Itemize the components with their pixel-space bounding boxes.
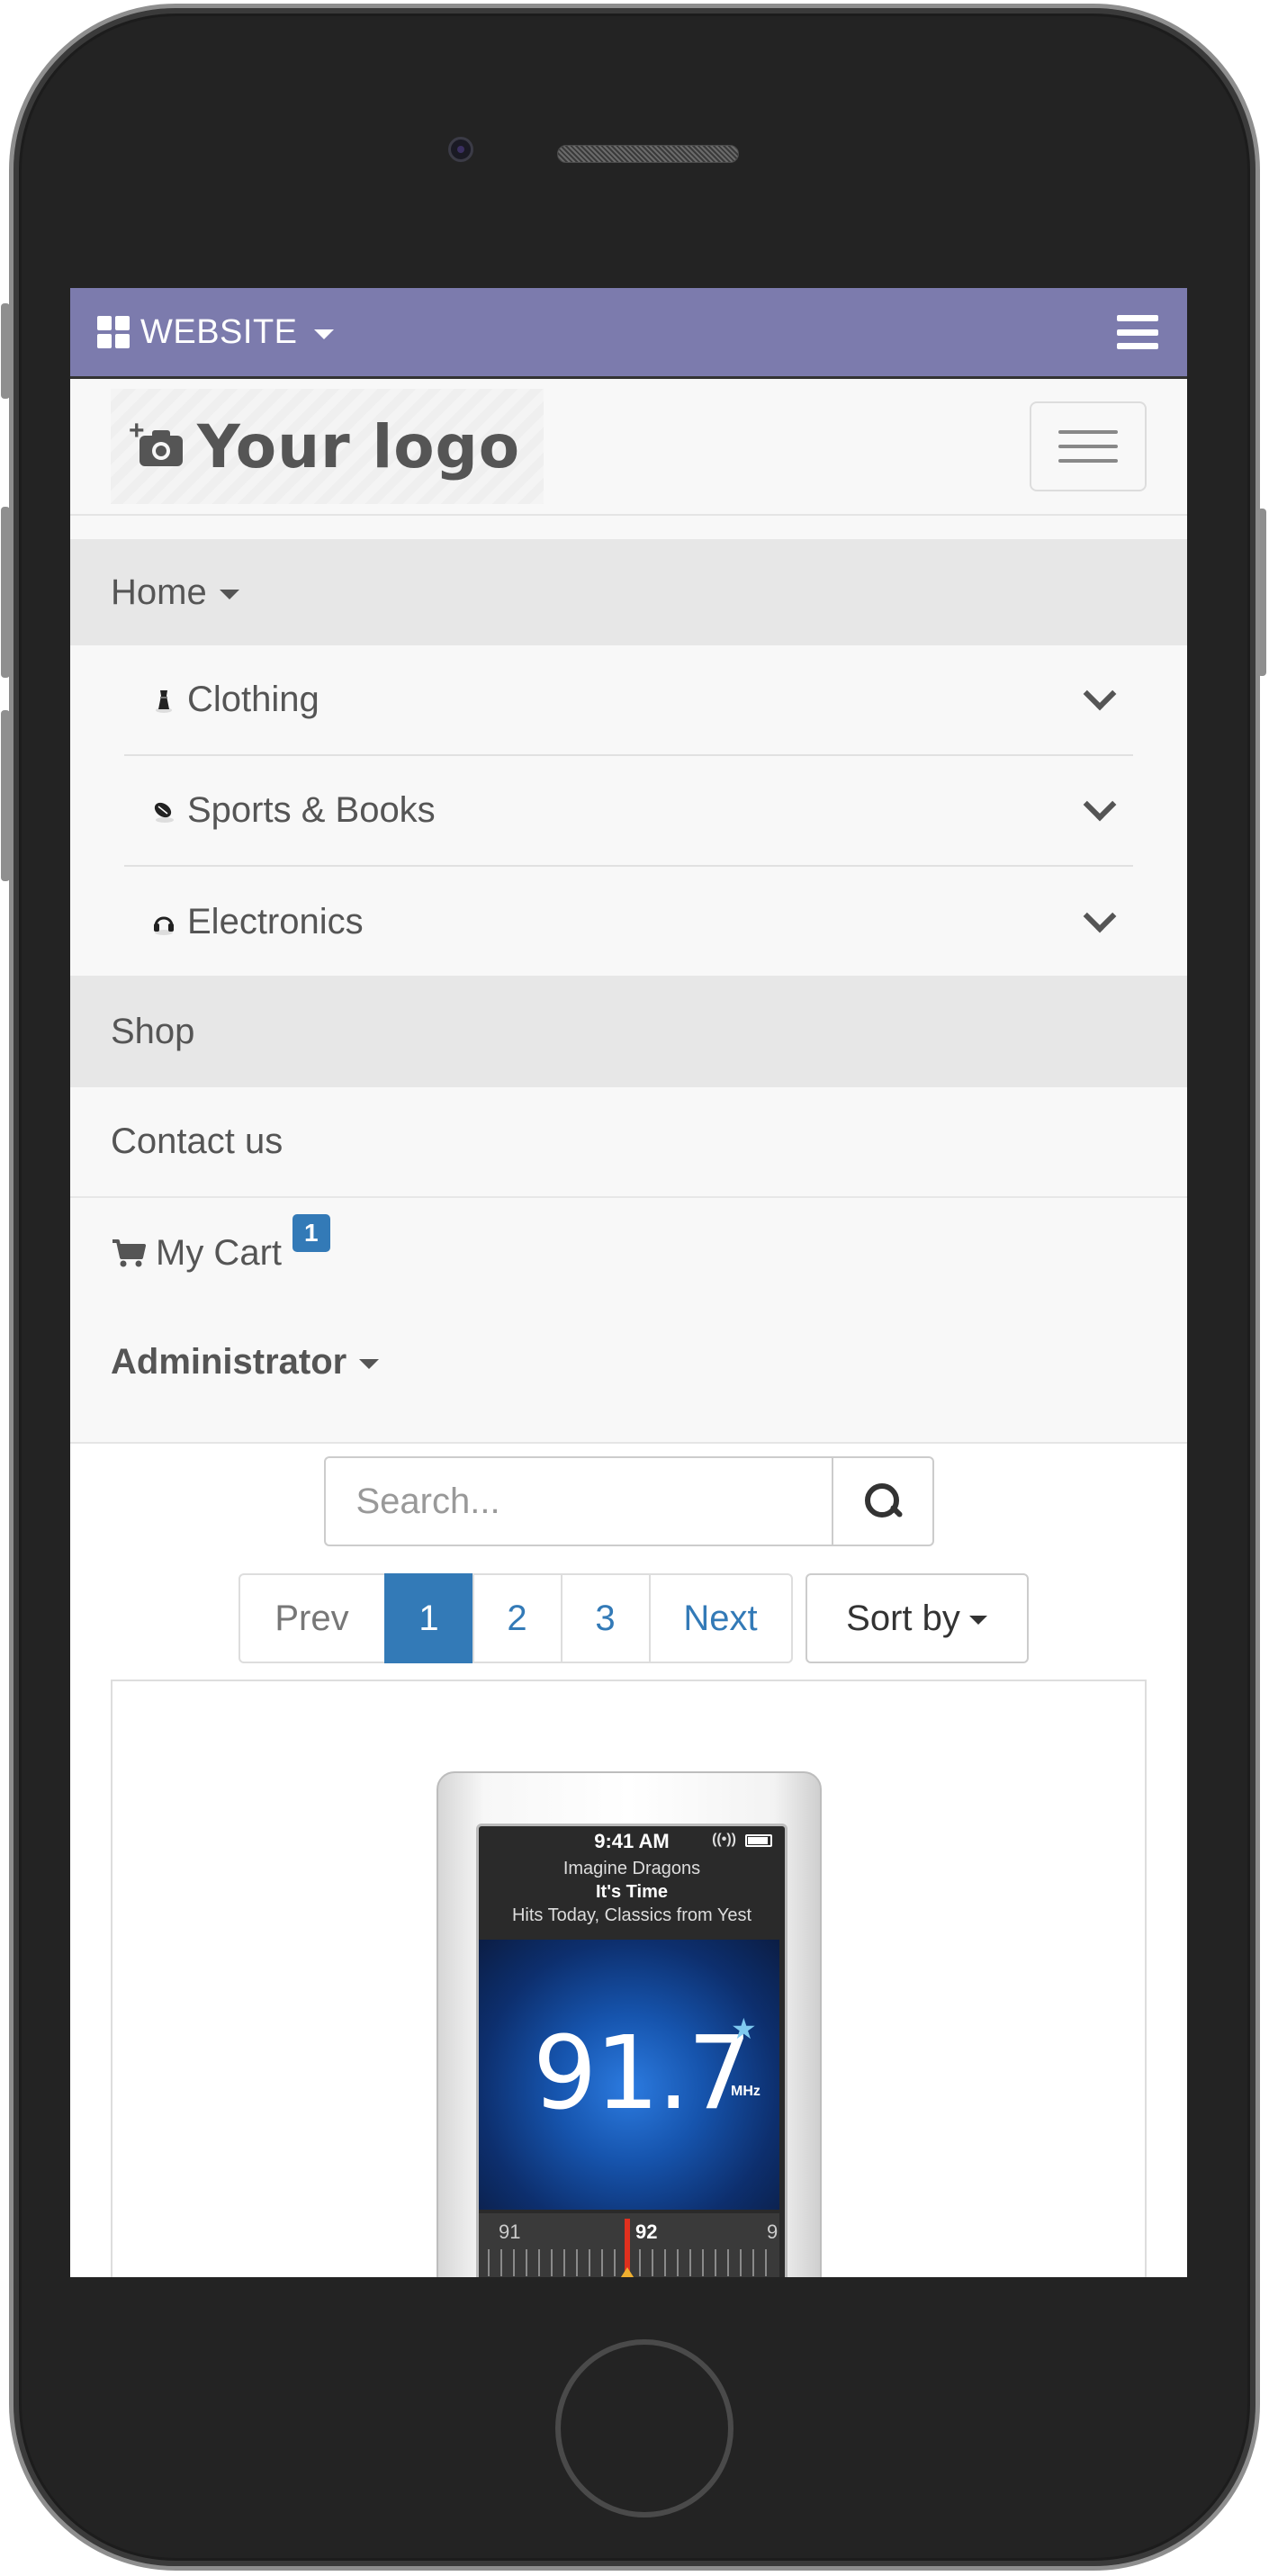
pagination-next[interactable]: Next [648,1573,793,1663]
caret-down-icon [359,1359,380,1369]
category-item-electronics[interactable]: Electronics [124,867,1133,977]
apps-grid-icon [97,316,130,348]
caret-down-icon [219,589,239,599]
pagination-page-1[interactable]: 1 [383,1573,474,1663]
shopping-cart-icon [112,1239,146,1267]
tuner-label-center: 92 [635,2220,658,2243]
ipod-tuner: 91 92 9 [479,2213,779,2277]
navbar-divider [70,1417,1187,1444]
ipod-nano-image: 9:41 AM ((•)) Imagine Dragons It's Time … [436,1771,822,2277]
user-name: Administrator [111,1342,347,1382]
sort-by-dropdown[interactable]: Sort by [805,1573,1029,1663]
menu-item-home[interactable]: Home [70,539,1187,645]
search-input[interactable] [323,1456,832,1546]
pagination: Prev 1 2 3 Next [238,1573,793,1663]
caret-down-icon [313,329,334,339]
brand-row: + Your logo [70,379,1187,516]
category-label: Electronics [187,902,364,941]
website-menu-toggle[interactable]: WEBSITE [97,313,334,352]
admin-menu-icon[interactable] [1117,315,1158,349]
site-navbar: + Your logo Home Clothing Sports & Books… [70,379,1187,1444]
home-button[interactable] [555,2339,734,2517]
product-card[interactable]: 9:41 AM ((•)) Imagine Dragons It's Time … [111,1680,1147,2277]
power-button [1257,509,1266,676]
earpiece-speaker [557,145,739,163]
ipod-frequency: 91.7 [533,2015,752,2132]
search-icon [864,1483,904,1519]
caret-down-icon [968,1616,987,1625]
product-image[interactable]: 9:41 AM ((•)) Imagine Dragons It's Time … [436,1771,822,2277]
category-item-clothing[interactable]: Clothing [124,645,1133,756]
ipod-song: It's Time [596,1882,668,1902]
menu-item-cart[interactable]: My Cart 1 [70,1198,1187,1308]
radio-signal-icon: ((•)) [712,1832,736,1847]
logo-text: Your logo [197,411,521,482]
battery-icon [745,1834,772,1847]
navbar-toggle-button[interactable] [1030,401,1147,491]
tuner-label-right: 9 [767,2220,778,2243]
front-camera [448,137,473,162]
ipod-time: 9:41 AM [594,1830,670,1852]
user-menu-toggle[interactable]: Administrator [70,1308,1187,1417]
ipod-frequency-panel: 91.7 ★ MHz [479,1940,779,2210]
ipod-status-bar: 9:41 AM ((•)) [479,1826,785,1857]
category-label: Sports & Books [187,790,436,830]
search-form [323,1456,934,1546]
tuner-needle [625,2219,630,2273]
menu-item-contact-label: Contact us [111,1121,284,1161]
volume-down-button [1,710,10,881]
football-icon [154,802,174,823]
menu-item-contact[interactable]: Contact us [70,1087,1187,1198]
website-label: WEBSITE [140,312,298,351]
main-menu: Home Clothing Sports & Books Electronics… [70,516,1187,1417]
headphones-icon [154,916,174,935]
pagination-prev[interactable]: Prev [238,1573,386,1663]
cart-label: My Cart [156,1232,282,1273]
products-toolbar: Prev 1 2 3 Next Sort by [70,1573,1187,1663]
site-logo[interactable]: + Your logo [111,389,544,504]
cart-count-badge: 1 [292,1214,330,1252]
sort-by-label: Sort by [846,1598,960,1638]
category-label: Clothing [187,680,320,719]
menu-item-shop[interactable]: Shop [70,976,1187,1087]
website-admin-bar: WEBSITE [70,288,1187,379]
pagination-page-2[interactable]: 2 [472,1573,562,1663]
category-item-sports-books[interactable]: Sports & Books [124,756,1133,867]
ipod-screen: 9:41 AM ((•)) Imagine Dragons It's Time … [476,1824,788,2277]
search-row [70,1456,1187,1546]
ipod-station: Hits Today, Classics from Yest [511,1905,752,1925]
search-button[interactable] [831,1456,934,1546]
star-icon: ★ [731,2013,757,2045]
tuner-needle-tip [619,2267,635,2277]
chevron-down-icon[interactable] [1083,899,1117,932]
camera-icon: + [129,418,184,466]
category-submenu: Clothing Sports & Books Electronics [70,645,1187,977]
ipod-frequency-unit: MHz [731,2084,760,2099]
mute-switch [1,303,10,399]
ipod-artist: Imagine Dragons [562,1859,701,1878]
tuner-label-left: 91 [499,2220,521,2243]
pagination-page-3[interactable]: 3 [560,1573,651,1663]
ipod-song-wrap: It's Time [479,1880,785,1904]
chevron-down-icon[interactable] [1083,677,1117,710]
screen: WEBSITE + Your logo Home Clothing Sports… [70,288,1187,2277]
volume-up-button [1,507,10,678]
dress-icon [156,689,172,713]
chevron-down-icon[interactable] [1083,788,1117,821]
menu-item-home-label: Home [111,572,207,612]
menu-item-shop-label: Shop [111,1011,195,1051]
